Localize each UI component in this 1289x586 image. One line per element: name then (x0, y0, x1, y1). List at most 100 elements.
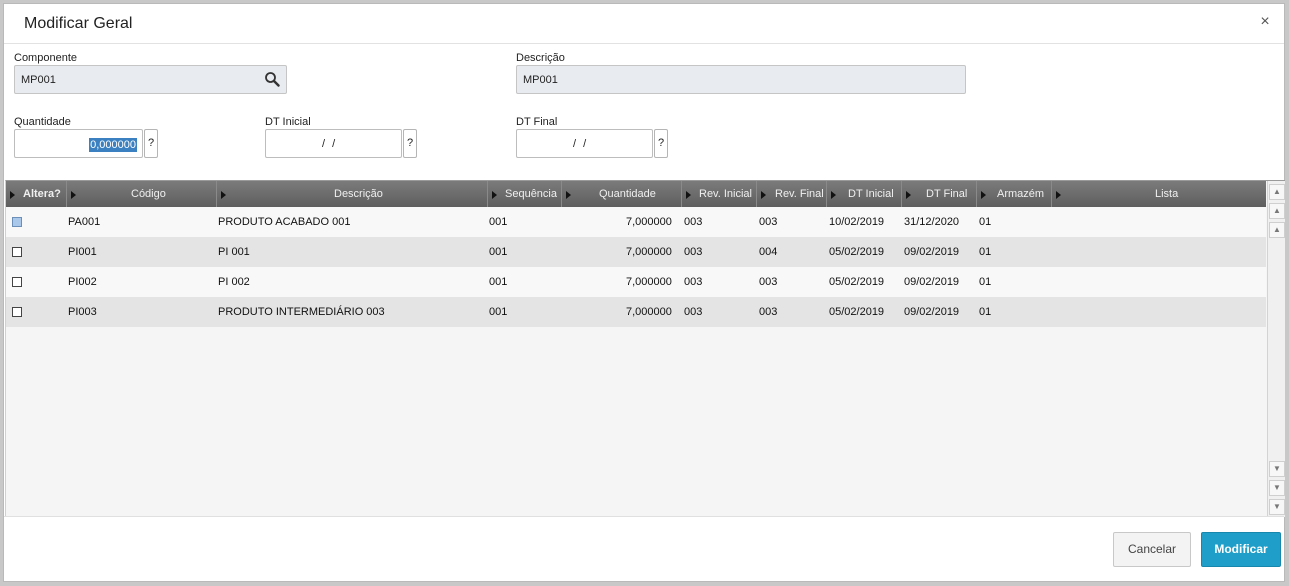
table-row[interactable]: PI003 PRODUTO INTERMEDIÁRIO 003 001 7,00… (6, 297, 1266, 327)
column-header-label: Armazém (997, 188, 1045, 200)
column-header-label: Rev. Inicial (699, 188, 752, 200)
cell-rev-final: 004 (759, 246, 778, 258)
sort-arrow-icon (906, 191, 911, 199)
cell-rev-inicial: 003 (684, 216, 703, 228)
column-header-sequencia[interactable]: Sequência (488, 181, 562, 207)
sort-arrow-icon (831, 191, 836, 199)
modify-button[interactable]: Modificar (1201, 532, 1281, 567)
cell-dt-final: 09/02/2019 (904, 306, 960, 318)
sort-arrow-icon (761, 191, 766, 199)
close-icon[interactable]: × (1256, 12, 1274, 32)
sort-arrow-icon (981, 191, 986, 199)
cell-sequencia: 001 (489, 216, 508, 228)
scroll-bottom-icon[interactable]: ▼ (1269, 499, 1285, 515)
quantidade-help-button[interactable]: ? (144, 129, 158, 158)
cell-descricao: PRODUTO ACABADO 001 (218, 216, 351, 228)
cell-sequencia: 001 (489, 306, 508, 318)
componente-value: MP001 (21, 74, 56, 86)
scroll-up-icon[interactable]: ▲ (1269, 222, 1285, 238)
column-header-rev-final[interactable]: Rev. Final (757, 181, 827, 207)
cell-armazem: 01 (979, 246, 992, 258)
cell-dt-inicial: 10/02/2019 (829, 216, 885, 228)
sort-arrow-icon (1056, 191, 1061, 199)
cell-quantidade: 7,000000 (626, 306, 672, 318)
sort-arrow-icon (686, 191, 691, 199)
grid-header: Altera? Código Descrição Sequência Quant… (6, 181, 1266, 207)
table-row[interactable]: PI002 PI 002 001 7,000000 003 003 05/02/… (6, 267, 1266, 297)
column-header-label: Rev. Final (775, 188, 824, 200)
cell-descricao: PI 002 (218, 276, 250, 288)
sort-arrow-icon (221, 191, 226, 199)
cell-armazem: 01 (979, 216, 992, 228)
quantidade-value: 0,000000 (89, 138, 137, 152)
scroll-page-up-icon[interactable]: ▲ (1269, 203, 1285, 219)
column-header-label: Sequência (505, 188, 557, 200)
cell-quantidade: 7,000000 (626, 246, 672, 258)
scroll-top-icon[interactable]: ▲ (1269, 184, 1285, 200)
altera-checkbox[interactable] (12, 217, 22, 227)
column-header-descricao[interactable]: Descrição (217, 181, 488, 207)
column-header-armazem[interactable]: Armazém (977, 181, 1052, 207)
altera-checkbox[interactable] (12, 307, 22, 317)
cell-rev-inicial: 003 (684, 246, 703, 258)
cell-quantidade: 7,000000 (626, 276, 672, 288)
dialog-header: Modificar Geral × (4, 4, 1284, 44)
dt-inicial-value: / / (322, 138, 338, 150)
vertical-scrollbar[interactable]: ▲ ▲ ▲ ▼ ▼ ▼ (1267, 181, 1285, 517)
cell-rev-inicial: 003 (684, 276, 703, 288)
componente-field[interactable]: MP001 (14, 65, 287, 94)
column-header-dt-inicial[interactable]: DT Inicial (827, 181, 902, 207)
cell-dt-final: 31/12/2020 (904, 216, 960, 228)
column-header-label: Descrição (334, 188, 383, 200)
dt-inicial-field[interactable]: / / (265, 129, 402, 158)
cell-dt-final: 09/02/2019 (904, 276, 960, 288)
descricao-label: Descrição (516, 52, 565, 64)
cell-codigo: PA001 (68, 216, 101, 228)
dt-inicial-label: DT Inicial (265, 116, 311, 128)
column-header-quantidade[interactable]: Quantidade (562, 181, 682, 207)
column-header-dt-final[interactable]: DT Final (902, 181, 977, 207)
cell-quantidade: 7,000000 (626, 216, 672, 228)
cell-dt-final: 09/02/2019 (904, 246, 960, 258)
cell-codigo: PI002 (68, 276, 97, 288)
componente-label: Componente (14, 52, 77, 64)
cell-armazem: 01 (979, 276, 992, 288)
quantidade-field[interactable]: 0,000000 (14, 129, 143, 158)
descricao-value: MP001 (523, 74, 558, 86)
cell-rev-final: 003 (759, 216, 778, 228)
column-header-label: DT Final (926, 188, 968, 200)
table-row[interactable]: PA001 PRODUTO ACABADO 001 001 7,000000 0… (6, 207, 1266, 237)
dt-inicial-help-button[interactable]: ? (403, 129, 417, 158)
cancel-button[interactable]: Cancelar (1113, 532, 1191, 567)
altera-checkbox[interactable] (12, 277, 22, 287)
column-header-lista[interactable]: Lista (1052, 181, 1266, 207)
sort-arrow-icon (10, 191, 15, 199)
column-header-codigo[interactable]: Código (67, 181, 217, 207)
cell-sequencia: 001 (489, 246, 508, 258)
dialog-title: Modificar Geral (24, 15, 133, 32)
column-header-altera[interactable]: Altera? (6, 181, 67, 207)
scroll-page-down-icon[interactable]: ▼ (1269, 480, 1285, 496)
scroll-down-icon[interactable]: ▼ (1269, 461, 1285, 477)
table-row[interactable]: PI001 PI 001 001 7,000000 003 004 05/02/… (6, 237, 1266, 267)
column-header-label: DT Inicial (848, 188, 894, 200)
altera-checkbox[interactable] (12, 247, 22, 257)
dt-final-field[interactable]: / / (516, 129, 653, 158)
cell-rev-inicial: 003 (684, 306, 703, 318)
sort-arrow-icon (71, 191, 76, 199)
descricao-field[interactable]: MP001 (516, 65, 966, 94)
column-header-label: Altera? (23, 188, 61, 200)
column-header-rev-inicial[interactable]: Rev. Inicial (682, 181, 757, 207)
search-icon[interactable] (264, 71, 280, 87)
cell-rev-final: 003 (759, 306, 778, 318)
column-header-label: Código (131, 188, 166, 200)
cell-codigo: PI003 (68, 306, 97, 318)
dt-final-help-button[interactable]: ? (654, 129, 668, 158)
quantidade-label: Quantidade (14, 116, 71, 128)
cell-dt-inicial: 05/02/2019 (829, 306, 885, 318)
dt-final-label: DT Final (516, 116, 558, 128)
modificar-geral-dialog: Modificar Geral × Componente MP001 Descr… (3, 3, 1285, 582)
column-header-label: Quantidade (599, 188, 656, 200)
cell-sequencia: 001 (489, 276, 508, 288)
cell-descricao: PI 001 (218, 246, 250, 258)
